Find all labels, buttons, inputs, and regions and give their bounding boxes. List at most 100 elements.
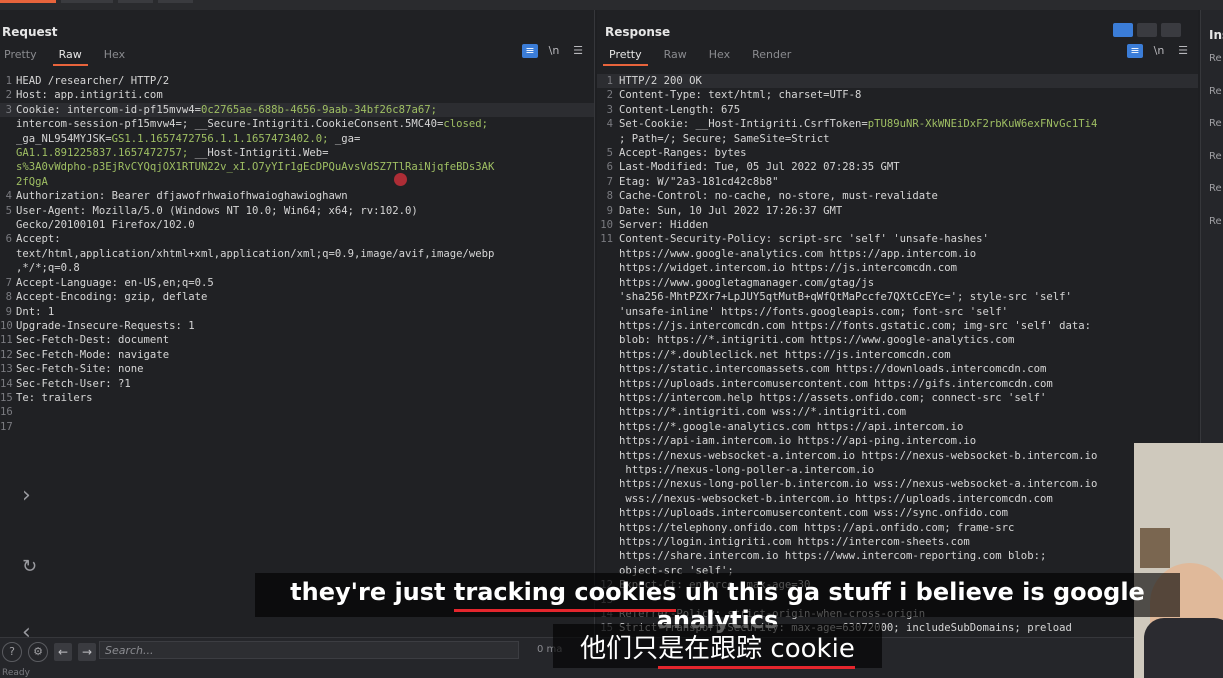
code-line[interactable]: 1 HEAD /researcher/ HTTP/2 — [0, 74, 594, 88]
code-line[interactable]: text/html,application/xhtml+xml,applicat… — [0, 247, 594, 261]
code-line[interactable]: 7 Etag: W/"2a3-181cd42c8b8" — [597, 175, 1198, 189]
code-line[interactable]: https://telephony.onfido.com https://api… — [597, 521, 1198, 535]
inspector-item[interactable]: Re — [1209, 118, 1222, 129]
top-tab[interactable] — [61, 0, 113, 3]
inspector-item[interactable]: Re — [1209, 151, 1222, 162]
code-line[interactable]: blob: https://*.intigriti.com https://ww… — [597, 333, 1198, 347]
code-line[interactable]: 8 Accept-Encoding: gzip, deflate — [0, 290, 594, 304]
code-line[interactable]: https://*.google-analytics.com https://a… — [597, 420, 1198, 434]
line-number: 2 — [5, 89, 12, 102]
refresh-icon[interactable]: ↻ — [22, 556, 37, 577]
forward-arrow-icon[interactable]: → — [78, 643, 96, 661]
top-tab[interactable] — [158, 0, 193, 3]
code-line[interactable]: s%3A0vWdpho-p3EjRvCYQqjOX1RTUN22v_xI.O7y… — [0, 160, 594, 174]
code-line[interactable]: 6 Last-Modified: Tue, 05 Jul 2022 07:28:3… — [597, 160, 1198, 174]
help-icon[interactable]: ? — [2, 642, 22, 662]
code-line[interactable]: 15 Te: trailers — [0, 391, 594, 405]
code-line[interactable]: 5 Accept-Ranges: bytes — [597, 146, 1198, 160]
top-tab[interactable] — [118, 0, 153, 3]
inspector-item[interactable]: Re — [1209, 216, 1222, 227]
code-line[interactable]: 2 Content-Type: text/html; charset=UTF-8 — [597, 88, 1198, 102]
request-pane: Request Pretty Raw Hex ≡ \n ☰ 1 HEAD /res… — [0, 10, 595, 645]
code-line[interactable]: https://nexus-long-poller-a.intercom.io — [597, 463, 1198, 477]
code-line[interactable]: GA1.1.891225837.1657472757; __Host-Intig… — [0, 146, 594, 160]
code-line[interactable]: 6 Accept: — [0, 232, 594, 246]
response-editor[interactable]: 1 HTTP/2 200 OK 2 Content-Type: text/html; … — [597, 74, 1198, 636]
wrap-lines-icon[interactable]: ≡ — [522, 44, 538, 58]
line-number: 4 — [5, 190, 12, 203]
newline-toggle-icon[interactable]: \n — [546, 44, 562, 58]
code-line[interactable]: https://uploads.intercomusercontent.com … — [597, 377, 1198, 391]
inspector-item[interactable]: Re — [1209, 183, 1222, 194]
code-line[interactable]: https://widget.intercom.io https://js.in… — [597, 261, 1198, 275]
code-line[interactable]: https://*.intigriti.com wss://*.intigrit… — [597, 405, 1198, 419]
code-line[interactable]: 'unsafe-inline' https://fonts.googleapis… — [597, 305, 1198, 319]
search-input[interactable]: Search... — [99, 641, 519, 659]
code-line[interactable]: 'sha256-MhtPZXr7+LpJUY5qtMutB+qWfQtMaPcc… — [597, 290, 1198, 304]
code-line[interactable]: 9 Dnt: 1 — [0, 305, 594, 319]
inspector-item[interactable]: Re — [1209, 53, 1222, 64]
code-line[interactable]: 7 Accept-Language: en-US,en;q=0.5 — [0, 276, 594, 290]
code-line[interactable]: intercom-session-pf15mvw4=; __Secure-Int… — [0, 117, 594, 131]
newline-toggle-icon[interactable]: \n — [1151, 44, 1167, 58]
code-line[interactable]: 12 Sec-Fetch-Mode: navigate — [0, 348, 594, 362]
tab-raw[interactable]: Raw — [664, 46, 687, 63]
code-line[interactable]: 10 Upgrade-Insecure-Requests: 1 — [0, 319, 594, 333]
code-line[interactable]: https://static.intercomassets.com https:… — [597, 362, 1198, 376]
code-line[interactable]: 9 Date: Sun, 10 Jul 2022 17:26:37 GMT — [597, 204, 1198, 218]
tab-raw[interactable]: Raw — [52, 46, 88, 66]
gear-icon[interactable]: ⚙ — [28, 642, 48, 662]
code-line[interactable]: 13 Sec-Fetch-Site: none — [0, 362, 594, 376]
tab-hex[interactable]: Hex — [709, 46, 730, 63]
code-line[interactable]: 3 Cookie: intercom-id-pf15mvw4=0c2765ae-6… — [0, 102, 594, 118]
back-arrow-icon[interactable]: ← — [54, 643, 72, 661]
code-line[interactable]: 1 HTTP/2 200 OK — [597, 74, 1198, 89]
code-line[interactable]: https://nexus-long-poller-b.intercom.io … — [597, 477, 1198, 491]
code-line[interactable]: 5 User-Agent: Mozilla/5.0 (Windows NT 10.… — [0, 204, 594, 218]
code-line[interactable]: https://*.doubleclick.net https://js.int… — [597, 348, 1198, 362]
code-line[interactable]: 17 — [0, 420, 594, 434]
code-line[interactable]: https://www.google-analytics.com https:/… — [597, 247, 1198, 261]
code-line[interactable]: https://login.intigriti.com https://inte… — [597, 535, 1198, 549]
layout-split-icon[interactable] — [1113, 23, 1133, 37]
inspector-item[interactable]: Re — [1209, 86, 1222, 97]
code-line[interactable]: https://uploads.intercomusercontent.com … — [597, 506, 1198, 520]
code-line[interactable]: wss://nexus-websocket-b.intercom.io http… — [597, 492, 1198, 506]
code-line[interactable]: 2fQgA — [0, 175, 594, 189]
code-line[interactable]: https://nexus-websocket-a.intercom.io ht… — [597, 449, 1198, 463]
code-line[interactable]: ; Path=/; Secure; SameSite=Strict — [597, 132, 1198, 146]
code-line[interactable]: Gecko/20100101 Firefox/102.0 — [0, 218, 594, 232]
code-text: ,*/*;q=0.8 — [16, 262, 80, 275]
request-editor[interactable]: 1 HEAD /researcher/ HTTP/2 2 Host: app.inti… — [0, 74, 594, 434]
code-line[interactable]: 14 Sec-Fetch-User: ?1 — [0, 377, 594, 391]
code-line[interactable]: 8 Cache-Control: no-cache, no-store, must… — [597, 189, 1198, 203]
code-line[interactable]: https://api-iam.intercom.io https://api-… — [597, 434, 1198, 448]
code-line[interactable]: 4 Set-Cookie: __Host-Intigriti.CsrfToken=… — [597, 117, 1198, 131]
code-line[interactable]: https://share.intercom.io https://www.in… — [597, 549, 1198, 563]
code-line[interactable]: 16 — [0, 405, 594, 419]
layout-single-icon[interactable] — [1161, 23, 1181, 37]
code-line[interactable]: 11 Content-Security-Policy: script-src 's… — [597, 232, 1198, 246]
wrap-lines-icon[interactable]: ≡ — [1127, 44, 1143, 58]
code-text: Sec-Fetch-Dest: document — [16, 334, 170, 347]
code-line[interactable]: 3 Content-Length: 675 — [597, 103, 1198, 117]
code-line[interactable]: ,*/*;q=0.8 — [0, 261, 594, 275]
menu-icon[interactable]: ☰ — [570, 44, 586, 58]
code-line[interactable]: https://intercom.help https://assets.onf… — [597, 391, 1198, 405]
code-line[interactable]: https://js.intercomcdn.com https://fonts… — [597, 319, 1198, 333]
code-line[interactable]: 4 Authorization: Bearer dfjawofrhwaiofhwa… — [0, 189, 594, 203]
line-number: 15 — [0, 391, 13, 404]
expand-right-icon[interactable]: › — [22, 483, 31, 508]
tab-render[interactable]: Render — [752, 46, 791, 63]
tab-hex[interactable]: Hex — [104, 46, 125, 63]
code-line[interactable]: 2 Host: app.intigriti.com — [0, 88, 594, 102]
code-line[interactable]: _ga_NL954MYJSK=GS1.1.1657472756.1.1.1657… — [0, 132, 594, 146]
code-line[interactable]: 10 Server: Hidden — [597, 218, 1198, 232]
code-line[interactable]: https://www.googletagmanager.com/gtag/js — [597, 276, 1198, 290]
menu-icon[interactable]: ☰ — [1175, 44, 1191, 58]
layout-stacked-icon[interactable] — [1137, 23, 1157, 37]
tab-pretty[interactable]: Pretty — [603, 46, 648, 66]
code-line[interactable]: 11 Sec-Fetch-Dest: document — [0, 333, 594, 347]
top-tab-active[interactable] — [0, 0, 56, 3]
tab-pretty[interactable]: Pretty — [4, 46, 37, 63]
